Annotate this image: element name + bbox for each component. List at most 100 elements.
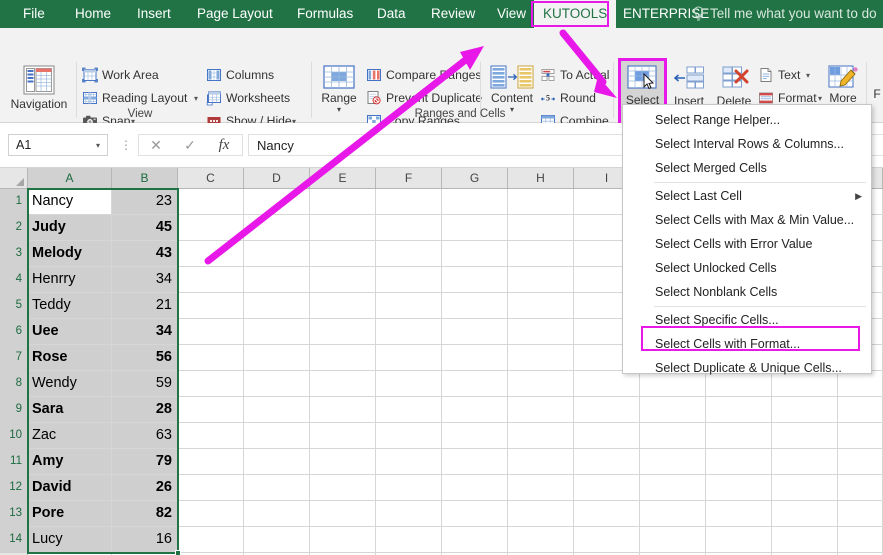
- empty-cell[interactable]: [178, 475, 244, 501]
- text-caret-icon[interactable]: ▾: [806, 71, 810, 80]
- empty-cell[interactable]: [310, 527, 376, 553]
- empty-cell[interactable]: [244, 397, 310, 423]
- empty-cell[interactable]: [508, 345, 574, 371]
- empty-cell[interactable]: [310, 371, 376, 397]
- menu-item-select-nonblank-cells[interactable]: Select Nonblank Cells: [624, 281, 872, 304]
- empty-cell[interactable]: [706, 501, 772, 527]
- empty-cell[interactable]: [574, 423, 640, 449]
- confirm-check-icon[interactable]: ✓: [173, 135, 207, 155]
- empty-cell[interactable]: [244, 267, 310, 293]
- column-header-e[interactable]: E: [310, 168, 376, 189]
- empty-cell[interactable]: [244, 241, 310, 267]
- empty-cell[interactable]: [376, 345, 442, 371]
- empty-cell[interactable]: [310, 189, 376, 215]
- empty-cell[interactable]: [244, 189, 310, 215]
- row-header-3[interactable]: 3: [0, 241, 28, 267]
- cell-a9[interactable]: Sara: [28, 397, 112, 423]
- column-header-b[interactable]: B: [112, 168, 178, 189]
- empty-cell[interactable]: [508, 475, 574, 501]
- empty-cell[interactable]: [706, 423, 772, 449]
- empty-cell[interactable]: [244, 527, 310, 553]
- empty-cell[interactable]: [244, 449, 310, 475]
- empty-cell[interactable]: [772, 475, 838, 501]
- cell-b7[interactable]: 56: [112, 345, 178, 371]
- cell-a11[interactable]: Amy: [28, 449, 112, 475]
- cell-b4[interactable]: 34: [112, 267, 178, 293]
- row-header-13[interactable]: 13: [0, 501, 28, 527]
- menu-item-select-last-cell[interactable]: Select Last Cell ▶: [624, 185, 872, 208]
- empty-cell[interactable]: [442, 501, 508, 527]
- empty-cell[interactable]: [772, 449, 838, 475]
- empty-cell[interactable]: [244, 475, 310, 501]
- empty-cell[interactable]: [376, 215, 442, 241]
- cell-a14[interactable]: Lucy: [28, 527, 112, 553]
- row-header-14[interactable]: 14: [0, 527, 28, 553]
- empty-cell[interactable]: [508, 501, 574, 527]
- empty-cell[interactable]: [178, 293, 244, 319]
- ribbon-tab-view[interactable]: View: [488, 0, 535, 28]
- empty-cell[interactable]: [244, 501, 310, 527]
- cell-a3[interactable]: Melody: [28, 241, 112, 267]
- empty-cell[interactable]: [376, 241, 442, 267]
- cell-b9[interactable]: 28: [112, 397, 178, 423]
- empty-cell[interactable]: [376, 319, 442, 345]
- empty-cell[interactable]: [442, 527, 508, 553]
- empty-cell[interactable]: [838, 475, 883, 501]
- empty-cell[interactable]: [310, 241, 376, 267]
- row-header-9[interactable]: 9: [0, 397, 28, 423]
- empty-cell[interactable]: [376, 397, 442, 423]
- empty-cell[interactable]: [376, 293, 442, 319]
- cell-b14[interactable]: 16: [112, 527, 178, 553]
- ribbon-tab-formulas[interactable]: Formulas: [288, 0, 362, 28]
- cell-b13[interactable]: 82: [112, 501, 178, 527]
- content-button[interactable]: Content ▾: [484, 62, 540, 114]
- empty-cell[interactable]: [508, 267, 574, 293]
- reading-layout-caret-icon[interactable]: ▾: [194, 94, 198, 103]
- empty-cell[interactable]: [640, 501, 706, 527]
- empty-cell[interactable]: [442, 371, 508, 397]
- empty-cell[interactable]: [376, 189, 442, 215]
- name-box[interactable]: A1 ▾: [8, 134, 108, 156]
- empty-cell[interactable]: [442, 475, 508, 501]
- empty-cell[interactable]: [508, 319, 574, 345]
- empty-cell[interactable]: [706, 527, 772, 553]
- empty-cell[interactable]: [442, 449, 508, 475]
- empty-cell[interactable]: [310, 501, 376, 527]
- empty-cell[interactable]: [508, 189, 574, 215]
- cell-b6[interactable]: 34: [112, 319, 178, 345]
- empty-cell[interactable]: [310, 475, 376, 501]
- cell-a5[interactable]: Teddy: [28, 293, 112, 319]
- menu-item-select-specific-cells[interactable]: Select Specific Cells...: [624, 309, 872, 332]
- empty-cell[interactable]: [838, 423, 883, 449]
- empty-cell[interactable]: [574, 397, 640, 423]
- empty-cell[interactable]: [376, 423, 442, 449]
- empty-cell[interactable]: [178, 423, 244, 449]
- cell-b10[interactable]: 63: [112, 423, 178, 449]
- empty-cell[interactable]: [178, 449, 244, 475]
- ribbon-tab-data[interactable]: Data: [368, 0, 415, 28]
- empty-cell[interactable]: [244, 423, 310, 449]
- empty-cell[interactable]: [772, 527, 838, 553]
- empty-cell[interactable]: [838, 397, 883, 423]
- column-header-g[interactable]: G: [442, 168, 508, 189]
- fx-icon[interactable]: fx: [207, 135, 241, 155]
- row-header-10[interactable]: 10: [0, 423, 28, 449]
- empty-cell[interactable]: [706, 397, 772, 423]
- empty-cell[interactable]: [442, 397, 508, 423]
- empty-cell[interactable]: [442, 215, 508, 241]
- empty-cell[interactable]: [508, 241, 574, 267]
- empty-cell[interactable]: [508, 527, 574, 553]
- empty-cell[interactable]: [838, 449, 883, 475]
- empty-cell[interactable]: [772, 423, 838, 449]
- navigation-button[interactable]: Navigation: [6, 62, 72, 111]
- column-header-h[interactable]: H: [508, 168, 574, 189]
- menu-item-select-cells-max-min[interactable]: Select Cells with Max & Min Value...: [624, 209, 872, 232]
- cancel-x-icon[interactable]: ✕: [139, 135, 173, 155]
- empty-cell[interactable]: [442, 241, 508, 267]
- empty-cell[interactable]: [838, 527, 883, 553]
- empty-cell[interactable]: [706, 475, 772, 501]
- empty-cell[interactable]: [244, 371, 310, 397]
- selection-fill-handle[interactable]: [175, 550, 181, 555]
- cell-b12[interactable]: 26: [112, 475, 178, 501]
- row-header-11[interactable]: 11: [0, 449, 28, 475]
